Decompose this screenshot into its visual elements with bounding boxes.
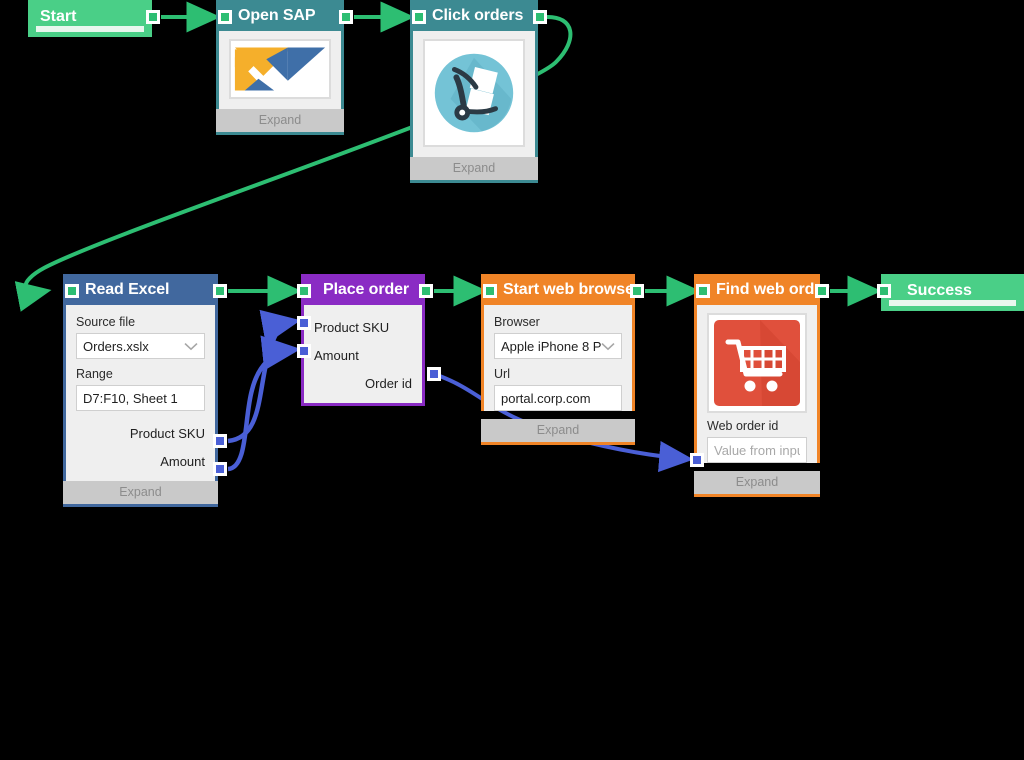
read-excel-output-product-sku: Product SKU [76,419,205,447]
node-open-sap-expand-button[interactable]: Expand [216,109,344,132]
port-success-flow-in[interactable] [877,284,891,298]
port-read-excel-flow-in[interactable] [65,284,79,298]
place-order-input-product-sku: Product SKU [314,313,412,341]
node-success-underline [889,300,1016,306]
port-find-web-order-flow-out[interactable] [815,284,829,298]
node-click-orders[interactable]: Click orders Expand [410,0,538,183]
node-open-sap-footer-edge [216,132,344,135]
node-place-order-body: Product SKU Amount Order id [301,305,425,403]
port-read-excel-out-amount[interactable] [213,462,227,476]
node-place-order-footer-edge [301,403,425,406]
place-order-output-order-id-label: Order id [365,375,412,391]
start-web-browser-browser-value: Apple iPhone 8 Plus [501,338,601,354]
port-start-web-browser-flow-out[interactable] [630,284,644,298]
node-open-sap-title: Open SAP [238,6,316,24]
port-click-orders-flow-in[interactable] [412,10,426,24]
port-read-excel-flow-out[interactable] [213,284,227,298]
node-read-excel-header: Read Excel [63,274,218,305]
node-open-sap-header: Open SAP [216,0,344,31]
read-excel-output-amount-label: Amount [160,453,205,469]
workflow-canvas[interactable]: Start Open SAP Expand Click orders Expan… [0,0,1024,760]
hand-truck-icon [423,39,525,147]
start-web-browser-browser-dropdown[interactable]: Apple iPhone 8 Plus [494,333,622,359]
node-read-excel-expand-button[interactable]: Expand [63,481,218,504]
node-find-web-order-body: Web order id Value from input [694,305,820,463]
chevron-down-icon [601,342,615,350]
node-find-web-order-title: Find web order [716,280,830,298]
node-start-web-browser[interactable]: Start web browser Browser Apple iPhone 8… [481,274,640,445]
sap-logo-icon [229,39,331,99]
node-start-web-browser-footer-edge [481,442,635,445]
place-order-input-amount-label: Amount [314,347,359,363]
node-place-order-header: Place order [301,274,425,305]
read-excel-source-file-dropdown[interactable]: Orders.xslx [76,333,205,359]
node-read-excel-title: Read Excel [85,280,170,298]
node-read-excel-body: Source file Orders.xslx Range D7:F10, Sh… [63,305,218,481]
node-find-web-order[interactable]: Find web order Web order id Value from i… [694,274,829,497]
port-place-order-out-order-id[interactable] [427,367,441,381]
find-web-order-web-order-id-placeholder: Value from input [714,442,800,458]
node-start-web-browser-header: Start web browser [481,274,640,305]
place-order-input-product-sku-label: Product SKU [314,319,390,335]
node-find-web-order-header: Find web order [694,274,829,305]
find-web-order-web-order-id-input[interactable]: Value from input [707,437,807,463]
port-start-flow-out[interactable] [146,10,160,24]
node-start-underline [36,26,144,32]
read-excel-range-value: D7:F10, Sheet 1 [83,390,178,406]
read-excel-range-input[interactable]: D7:F10, Sheet 1 [76,385,205,411]
start-web-browser-url-label: Url [494,367,510,381]
read-excel-range-label: Range [76,367,113,381]
node-start[interactable]: Start [28,0,152,37]
start-web-browser-url-value: portal.corp.com [501,390,591,406]
port-place-order-flow-in[interactable] [297,284,311,298]
hand-truck-glyph [434,53,514,133]
port-place-order-in-product-sku[interactable] [297,316,311,330]
node-success-title: Success [907,282,972,299]
node-click-orders-header: Click orders [410,0,538,31]
node-read-excel[interactable]: Read Excel Source file Orders.xslx Range… [63,274,218,507]
node-place-order-title: Place order [323,280,410,298]
port-start-web-browser-flow-in[interactable] [483,284,497,298]
shopping-cart-icon [707,313,807,413]
node-find-web-order-footer-edge [694,494,820,497]
port-click-orders-flow-out[interactable] [533,10,547,24]
find-web-order-web-order-id-label: Web order id [707,419,779,433]
place-order-input-amount: Amount [314,341,412,369]
node-start-web-browser-expand-button[interactable]: Expand [481,419,635,442]
port-place-order-in-amount[interactable] [297,344,311,358]
node-place-order[interactable]: Place order Product SKU Amount Order id [301,274,425,406]
node-success[interactable]: Success [881,274,1024,311]
port-find-web-order-flow-in[interactable] [696,284,710,298]
read-excel-source-file-value: Orders.xslx [83,338,149,354]
node-start-title: Start [40,8,77,25]
node-open-sap[interactable]: Open SAP Expand [216,0,344,135]
node-read-excel-footer-edge [63,504,218,507]
read-excel-output-amount: Amount [76,447,205,475]
data-wire-product-sku [227,309,301,444]
start-web-browser-browser-label: Browser [494,315,540,329]
chevron-down-icon [184,342,198,350]
port-place-order-flow-out[interactable] [419,284,433,298]
node-click-orders-title: Click orders [432,6,524,24]
sap-logo-glyph [231,43,329,95]
node-click-orders-body [410,31,538,157]
node-find-web-order-expand-button[interactable]: Expand [694,471,820,494]
port-open-sap-flow-out[interactable] [339,10,353,24]
place-order-output-order-id: Order id [314,369,412,397]
node-open-sap-body [216,31,344,109]
node-start-web-browser-title: Start web browser [503,280,641,298]
node-click-orders-footer-edge [410,180,538,183]
node-click-orders-expand-button[interactable]: Expand [410,157,538,180]
start-web-browser-url-input[interactable]: portal.corp.com [494,385,622,411]
shopping-cart-glyph [714,320,800,406]
node-start-web-browser-body: Browser Apple iPhone 8 Plus Url portal.c… [481,305,635,411]
read-excel-output-product-sku-label: Product SKU [129,425,205,441]
port-find-web-order-in-web-order-id[interactable] [690,453,704,467]
read-excel-source-file-label: Source file [76,315,136,329]
port-read-excel-out-product-sku[interactable] [213,434,227,448]
port-open-sap-flow-in[interactable] [218,10,232,24]
data-wire-amount [227,335,301,472]
